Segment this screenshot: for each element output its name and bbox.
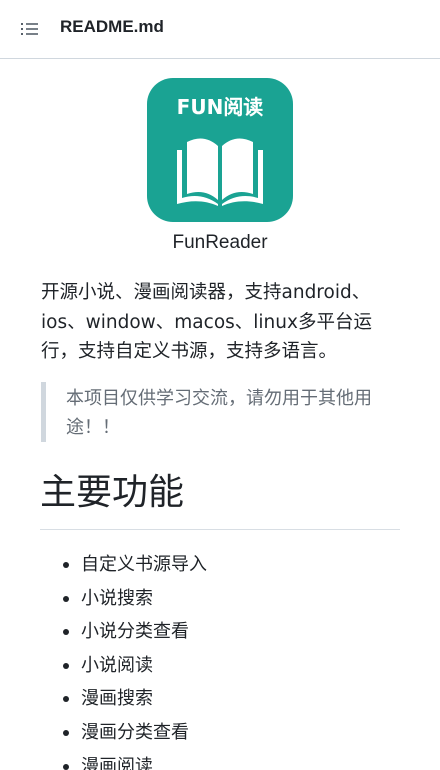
- notice-blockquote: 本项目仅供学习交流，请勿用于其他用途！！: [41, 382, 401, 442]
- list-item: 漫画分类查看: [40, 716, 400, 750]
- bullet-icon: [63, 629, 69, 636]
- bullet-icon: [63, 696, 69, 703]
- features-list: 自定义书源导入 小说搜索 小说分类查看 小说阅读 漫画搜索 漫画分类查看 漫画阅…: [40, 548, 400, 770]
- feature-label: 小说搜索: [81, 587, 153, 609]
- feature-label: 小说分类查看: [81, 621, 189, 643]
- list-icon[interactable]: [20, 20, 42, 38]
- list-item: 漫画阅读: [40, 750, 400, 770]
- readme-content: FUN阅读 FunReader 开源小说、漫画阅读器，支持android、ios…: [0, 60, 440, 770]
- bullet-icon: [63, 662, 69, 669]
- project-description: 开源小说、漫画阅读器，支持android、ios、window、macos、li…: [41, 282, 372, 362]
- bullet-icon: [63, 763, 69, 770]
- feature-label: 小说阅读: [81, 654, 153, 676]
- feature-label: 漫画搜索: [81, 688, 153, 710]
- top-bar: README.md: [0, 0, 440, 59]
- feature-label: 漫画阅读: [81, 755, 153, 770]
- app-logo: FUN阅读: [147, 78, 293, 222]
- bullet-icon: [63, 595, 69, 602]
- file-title: README.md: [60, 17, 164, 36]
- bullet-icon: [63, 562, 69, 568]
- logo-text: FUN阅读: [177, 95, 264, 119]
- app-name: FunReader: [172, 232, 268, 253]
- list-item: 小说搜索: [40, 582, 400, 616]
- list-item: 漫画搜索: [40, 682, 400, 716]
- feature-label: 自定义书源导入: [81, 554, 207, 575]
- list-item: 小说分类查看: [40, 615, 400, 649]
- feature-label: 漫画分类查看: [81, 721, 189, 743]
- bullet-icon: [63, 729, 69, 736]
- list-item: 小说阅读: [40, 649, 400, 683]
- list-item: 自定义书源导入: [40, 548, 400, 582]
- features-heading: 主要功能: [40, 472, 185, 513]
- heading-divider: [40, 529, 400, 530]
